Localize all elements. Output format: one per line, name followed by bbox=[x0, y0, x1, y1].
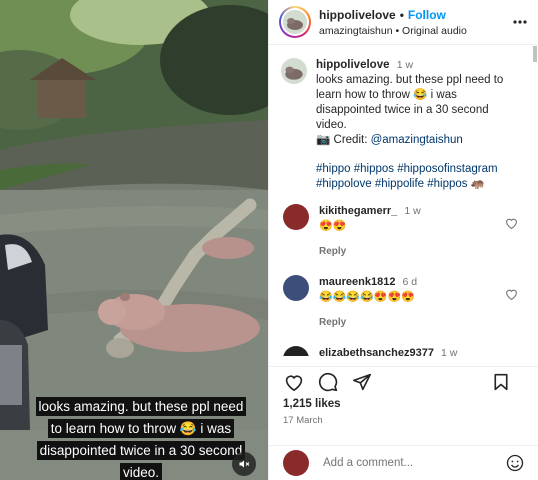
comment-item: elizabethsanchez9377 1 w bbox=[269, 346, 538, 356]
comment-input[interactable] bbox=[323, 457, 493, 469]
caption-username[interactable]: hippolivelove bbox=[316, 59, 390, 71]
comment-time: 1 w bbox=[404, 205, 421, 217]
reply-button[interactable]: Reply bbox=[319, 244, 421, 259]
credit-prefix: 📷 Credit: bbox=[316, 134, 371, 146]
comment-text: 😂😂😂😂😍😍😍 bbox=[319, 291, 415, 303]
hashtags[interactable]: #hippo #hippos #hipposofinstagram #hippo… bbox=[316, 162, 516, 192]
commenter-username[interactable]: elizabethsanchez9377 bbox=[319, 347, 434, 356]
post-date: 17 March bbox=[283, 415, 323, 426]
post-header: hippolivelove • Follow amazingtaishun • … bbox=[269, 0, 538, 45]
commenter-avatar[interactable] bbox=[283, 275, 309, 301]
caption-block: hippolivelove 1 w looks amazing. but the… bbox=[269, 46, 538, 192]
caption-avatar[interactable] bbox=[281, 58, 307, 84]
comment-button[interactable] bbox=[317, 371, 339, 393]
paper-plane-icon bbox=[353, 373, 371, 390]
comment-time: 6 d bbox=[402, 276, 418, 288]
like-button[interactable] bbox=[283, 371, 305, 393]
video-caption-text: looks amazing. but these ppl need to lea… bbox=[35, 397, 247, 480]
hippo-avatar-icon bbox=[283, 10, 307, 34]
author-avatar[interactable] bbox=[279, 6, 311, 38]
comments-scroll-area[interactable]: hippolivelove 1 w looks amazing. but the… bbox=[269, 46, 538, 356]
heart-icon bbox=[506, 218, 517, 230]
comments-scrollbar[interactable] bbox=[533, 46, 538, 356]
caption-text: looks amazing. but these ppl need to lea… bbox=[316, 74, 504, 131]
share-button[interactable] bbox=[351, 371, 373, 393]
ellipsis-icon bbox=[513, 20, 527, 24]
emoji-button[interactable] bbox=[506, 454, 524, 477]
heart-icon bbox=[506, 289, 517, 301]
author-username[interactable]: hippolivelove bbox=[319, 8, 396, 22]
comment-item: maureenk1812 6 d 😂😂😂😂😍😍😍 Reply bbox=[269, 275, 538, 330]
caption-time: 1 w bbox=[396, 59, 414, 71]
follow-button[interactable]: Follow bbox=[408, 8, 446, 22]
post-video[interactable]: looks amazing. but these ppl need to lea… bbox=[0, 0, 268, 480]
comment-bubble-icon bbox=[318, 372, 338, 391]
heart-icon bbox=[285, 374, 303, 391]
mute-button[interactable] bbox=[232, 452, 256, 476]
more-options-button[interactable] bbox=[512, 14, 528, 30]
save-button[interactable] bbox=[490, 371, 512, 393]
commenter-avatar[interactable] bbox=[283, 346, 309, 356]
like-comment-button[interactable] bbox=[505, 287, 518, 305]
commenter-username[interactable]: kikithegamerr_ bbox=[319, 205, 397, 217]
likes-count[interactable]: 1,215 likes bbox=[283, 398, 341, 410]
header-separator: • bbox=[399, 7, 404, 22]
commenter-avatar[interactable] bbox=[283, 204, 309, 230]
video-caption-overlay: looks amazing. but these ppl need to lea… bbox=[34, 396, 248, 480]
muted-speaker-icon bbox=[239, 460, 250, 468]
commenter-username[interactable]: maureenk1812 bbox=[319, 276, 395, 288]
scrollbar-thumb[interactable] bbox=[533, 46, 537, 62]
post-actions bbox=[269, 366, 538, 396]
comment-item: kikithegamerr_ 1 w 😍😍 Reply bbox=[269, 204, 538, 259]
bookmark-icon bbox=[494, 373, 508, 390]
current-user-avatar bbox=[283, 450, 309, 476]
reply-button[interactable]: Reply bbox=[319, 315, 417, 330]
like-comment-button[interactable] bbox=[505, 216, 518, 234]
credit-link[interactable]: @amazingtaishun bbox=[371, 134, 463, 146]
audio-attribution[interactable]: amazingtaishun • Original audio bbox=[319, 25, 467, 37]
comment-text: 😍😍 bbox=[319, 220, 347, 232]
add-comment-bar bbox=[269, 445, 538, 480]
post-details-panel: hippolivelove • Follow amazingtaishun • … bbox=[268, 0, 538, 480]
comment-time: 1 w bbox=[441, 347, 458, 356]
smiley-icon bbox=[506, 454, 524, 472]
hippo-avatar-icon bbox=[281, 58, 307, 84]
